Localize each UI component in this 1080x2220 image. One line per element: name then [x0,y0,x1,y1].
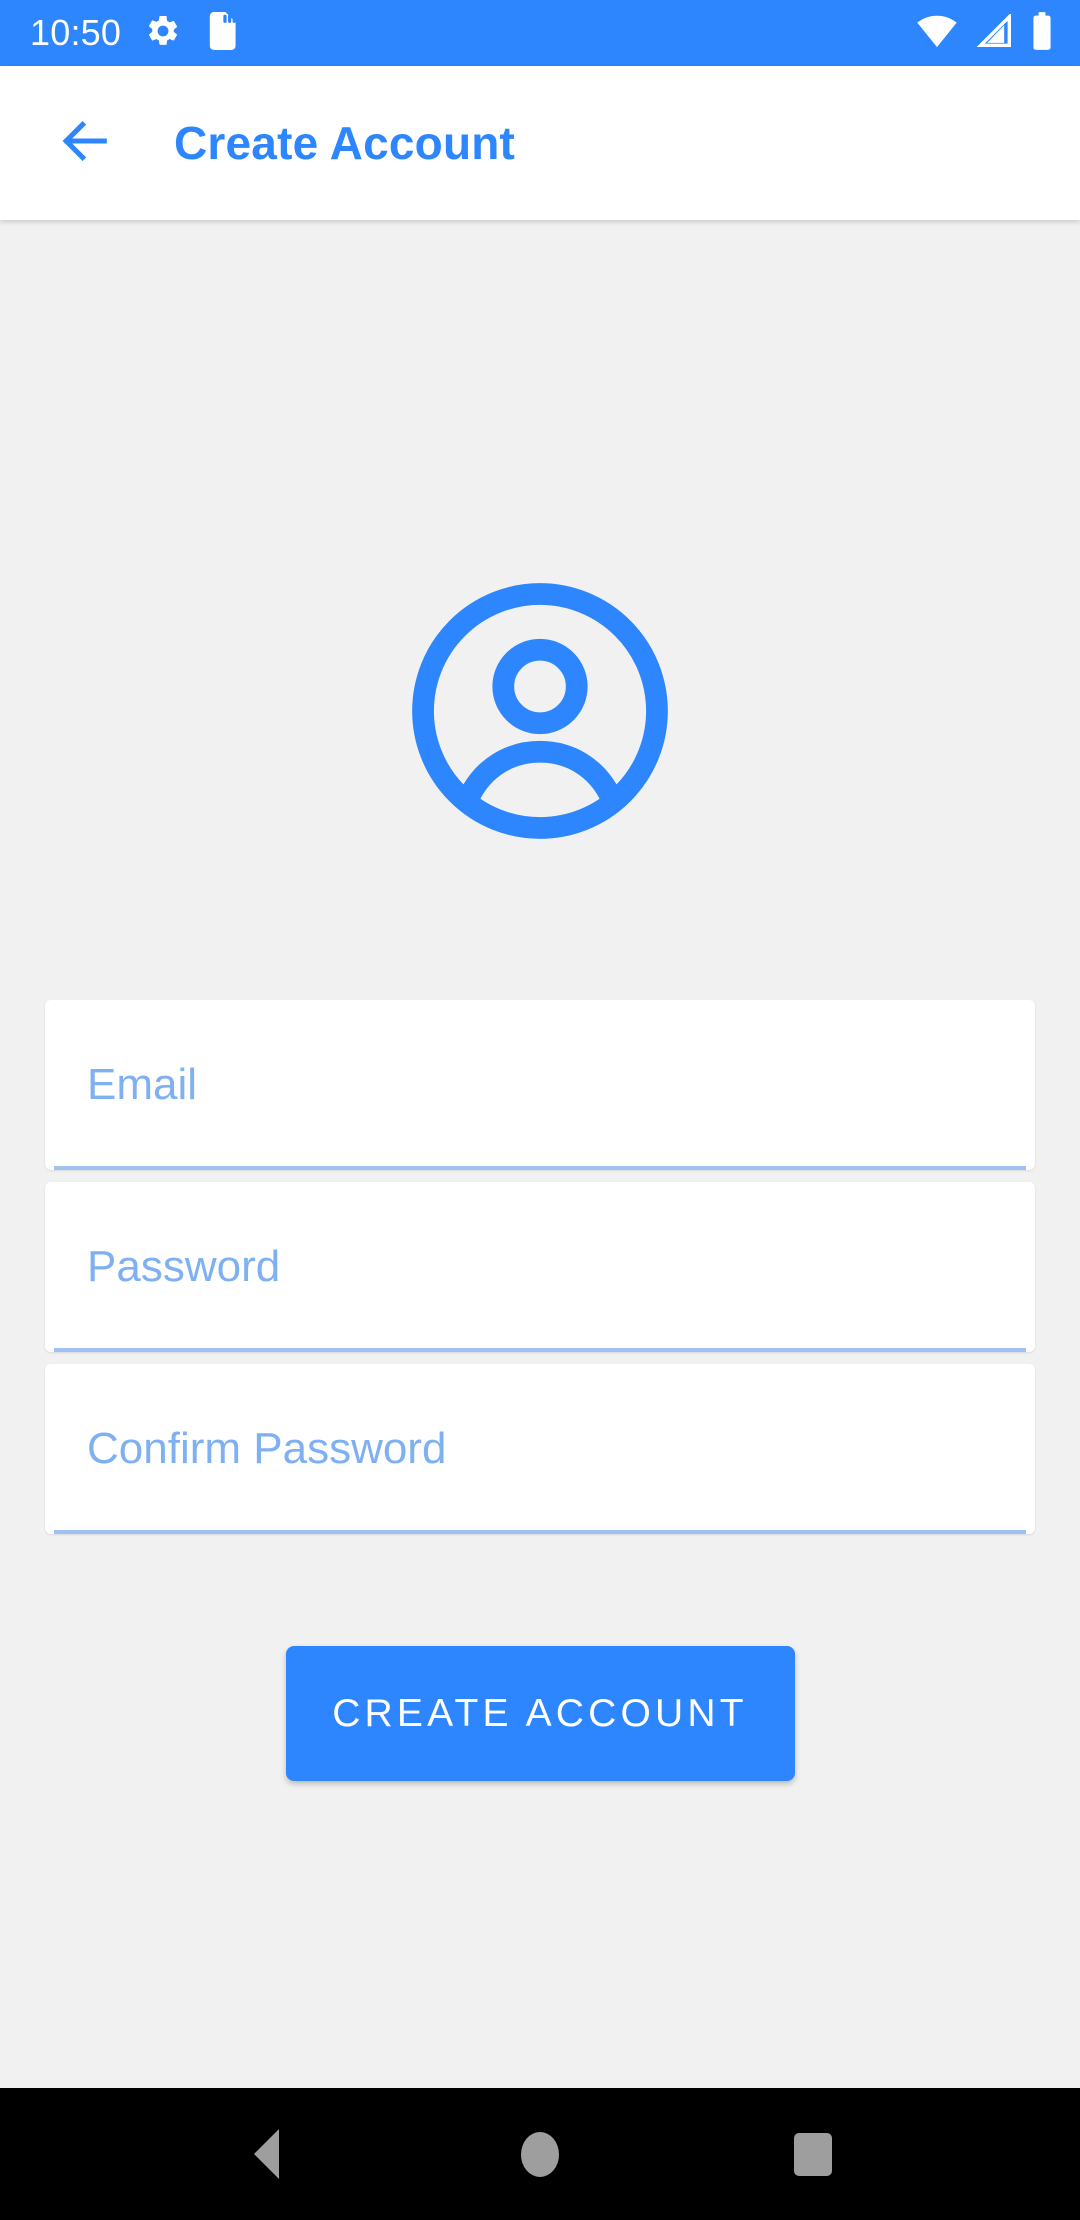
sd-card-icon [205,11,239,55]
status-bar-right [916,11,1054,55]
android-navigation-bar [0,2088,1080,2220]
signup-form: Email Password Confirm Password CREATE A… [0,1000,1080,1781]
nav-back-button[interactable] [207,2104,327,2204]
password-field[interactable]: Password [45,1182,1035,1352]
triangle-back-icon [254,2129,280,2179]
confirm-password-field-placeholder: Confirm Password [87,1424,447,1473]
back-button[interactable] [46,104,124,182]
wifi-icon [916,14,958,53]
arrow-left-icon [56,112,114,175]
app-bar: Create Account [0,66,1080,220]
square-recents-icon [794,2132,833,2176]
circle-home-icon [520,2131,559,2177]
password-field-placeholder: Password [87,1242,281,1291]
submit-button-row: CREATE ACCOUNT [45,1646,1035,1781]
cellular-signal-icon [975,12,1013,53]
status-bar: 10:50 [0,0,1080,66]
status-bar-clock: 10:50 [30,12,122,53]
email-field-placeholder: Email [87,1060,198,1109]
account-avatar-icon [404,575,676,852]
email-field-underline [54,1166,1026,1170]
password-field-underline [54,1348,1026,1352]
phone-screen: 10:50 Create Account Email Password Conf… [0,0,1080,2220]
avatar-container [0,220,1080,852]
content-area: Email Password Confirm Password CREATE A… [0,220,1080,2088]
settings-gear-icon [145,13,181,54]
nav-home-button[interactable] [480,2104,600,2204]
page-title: Create Account [174,117,516,169]
confirm-password-field-underline [54,1530,1026,1534]
nav-recents-button[interactable] [753,2104,873,2204]
create-account-button[interactable]: CREATE ACCOUNT [285,1646,795,1781]
battery-icon [1030,11,1054,55]
email-field[interactable]: Email [45,1000,1035,1170]
status-bar-left: 10:50 [30,11,239,55]
confirm-password-field[interactable]: Confirm Password [45,1364,1035,1534]
